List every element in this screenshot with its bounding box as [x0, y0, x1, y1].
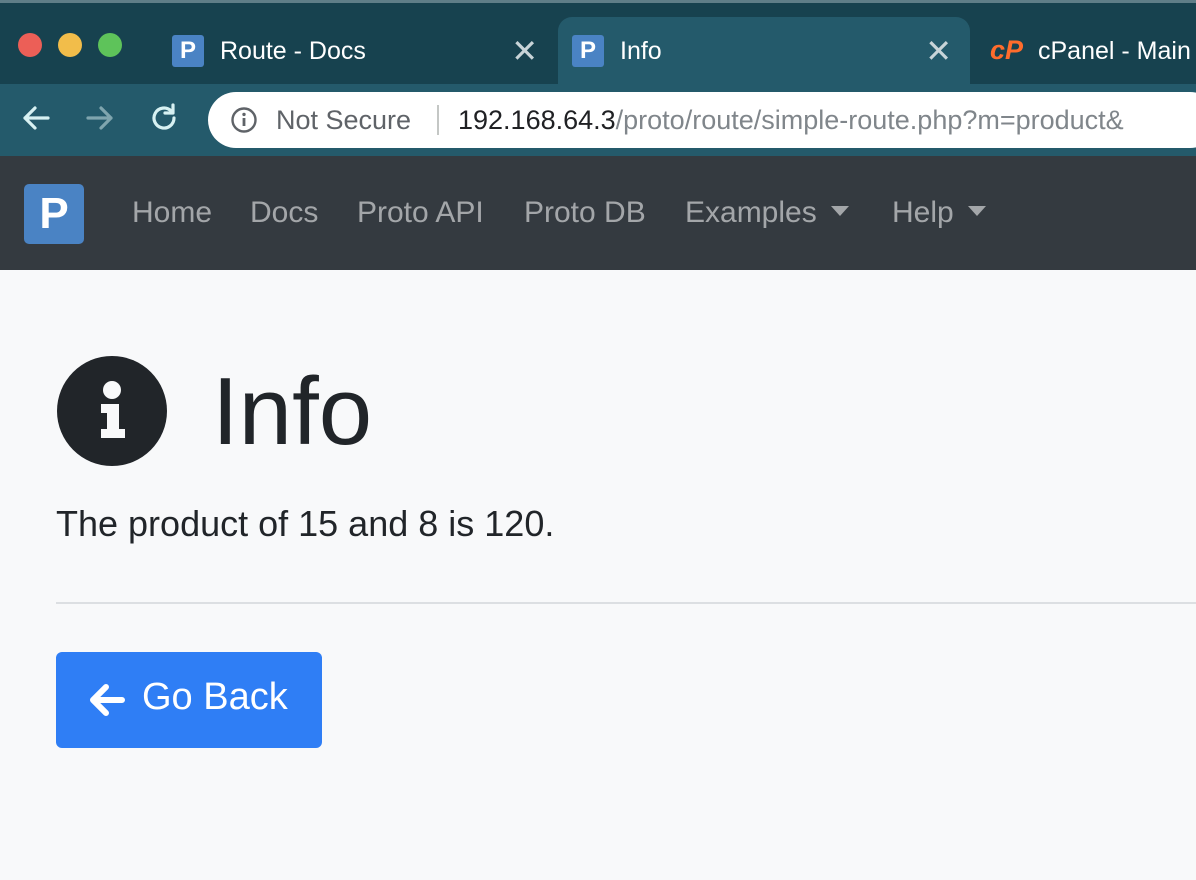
go-back-button[interactable]: Go Back — [56, 652, 322, 748]
browser-toolbar: Not Secure 192.168.64.3/proto/route/simp… — [0, 84, 1196, 156]
caret-down-icon — [967, 206, 986, 217]
nav-item-label: Examples — [685, 196, 817, 229]
caret-down-icon — [830, 206, 849, 217]
proto-favicon-icon: P — [172, 35, 204, 67]
address-divider — [437, 105, 439, 135]
nav-item-proto-api[interactable]: Proto API — [357, 196, 484, 230]
browser-tab-cpanel[interactable]: cP cPanel - Main — [976, 17, 1196, 87]
browser-tab-route-docs[interactable]: P Route - Docs ✕ — [158, 17, 556, 87]
site-navbar: P Home Docs Proto API Proto DB Examples … — [0, 156, 1196, 270]
reload-icon[interactable] — [144, 98, 184, 138]
result-message: The product of 15 and 8 is 120. — [56, 503, 555, 544]
site-info-icon[interactable] — [230, 106, 258, 134]
back-arrow-icon[interactable] — [16, 98, 56, 138]
url-path: /proto/route/simple-route.php?m=product& — [615, 105, 1124, 135]
tab-title: cPanel - Main — [1038, 37, 1191, 65]
nav-item-label: Help — [892, 196, 954, 229]
page-title: Info — [212, 358, 373, 465]
arrow-left-icon — [90, 684, 125, 716]
security-label: Not Secure — [276, 105, 412, 135]
browser-tab-strip: P Route - Docs ✕ P Info ✕ cP cPanel - Ma… — [0, 0, 1196, 87]
window-minimize-button[interactable] — [58, 33, 82, 57]
info-circle-icon — [57, 356, 167, 466]
nav-item-examples[interactable]: Examples — [685, 196, 849, 230]
browser-tab-info[interactable]: P Info ✕ — [558, 17, 970, 87]
url-host: 192.168.64.3 — [458, 105, 616, 135]
tab-title: Info — [620, 37, 662, 65]
tab-close-icon[interactable]: ✕ — [511, 33, 538, 69]
proto-favicon-icon: P — [572, 35, 604, 67]
window-zoom-button[interactable] — [98, 33, 122, 57]
go-back-label: Go Back — [142, 676, 288, 718]
nav-item-proto-db[interactable]: Proto DB — [524, 196, 646, 230]
nav-item-home[interactable]: Home — [132, 196, 212, 230]
url-text: 192.168.64.3/proto/route/simple-route.ph… — [458, 105, 1124, 136]
brand-logo[interactable]: P — [24, 184, 84, 244]
nav-item-docs[interactable]: Docs — [250, 196, 318, 230]
window-close-button[interactable] — [18, 33, 42, 57]
tab-title: Route - Docs — [220, 37, 366, 65]
nav-item-help[interactable]: Help — [892, 196, 986, 230]
tab-close-icon[interactable]: ✕ — [925, 33, 952, 69]
cpanel-favicon-icon: cP — [990, 35, 1024, 65]
address-bar[interactable]: Not Secure 192.168.64.3/proto/route/simp… — [208, 92, 1196, 148]
forward-arrow-icon[interactable] — [80, 98, 120, 138]
divider — [56, 602, 1196, 604]
